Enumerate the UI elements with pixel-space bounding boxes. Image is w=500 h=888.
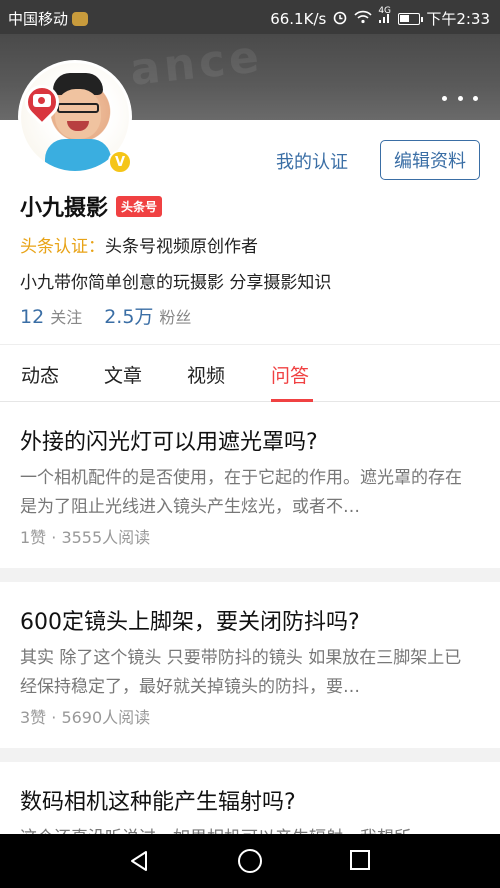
content-tabs: 动态 文章 视频 问答 — [0, 344, 500, 402]
edit-profile-button[interactable]: 编辑资料 — [380, 140, 480, 180]
fans-count[interactable]: 2.5万 — [104, 302, 153, 329]
my-certification-link[interactable]: 我的认证 — [276, 148, 348, 174]
status-left: 中国移动 — [8, 8, 89, 29]
signal-icon: 4G — [378, 6, 392, 27]
avatar-glasses — [57, 103, 99, 113]
battery-fill — [400, 14, 410, 22]
qa-answer: 这个还真没听说过，如果相机可以产生辐射，我想所 — [20, 824, 472, 834]
tab-videos[interactable]: 视频 — [187, 361, 225, 388]
clock: 下午2:33 — [426, 10, 490, 28]
qa-question[interactable]: 外接的闪光灯可以用遮光罩吗? — [20, 424, 318, 456]
divider — [0, 748, 500, 762]
qa-item[interactable]: 外接的闪光灯可以用遮光罩吗? 一个相机配件的是否使用，在于它起的作用。遮光罩的存… — [0, 402, 500, 566]
certification-label: 头条认证： — [20, 237, 105, 257]
following-count[interactable]: 12 — [20, 306, 44, 328]
more-dot — [473, 95, 478, 101]
profile-bio: 小九带你简单创意的玩摄影 分享摄影知识 — [20, 273, 332, 293]
tab-articles[interactable]: 文章 — [104, 361, 142, 388]
more-dot — [442, 95, 447, 101]
avatar-face — [55, 89, 101, 139]
qa-item[interactable]: 600定镜头上脚架，要关闭防抖吗? 其实 除了这个镜头 只要带防抖的镜头 如果放… — [0, 582, 500, 746]
certification-row: 头条认证：头条号视频原创作者 — [20, 232, 258, 257]
qa-question[interactable]: 数码相机这种能产生辐射吗? — [20, 784, 296, 816]
qa-item[interactable]: 数码相机这种能产生辐射吗? 这个还真没听说过，如果相机可以产生辐射，我想所 — [0, 762, 500, 834]
status-right: 66.1K/s 4G 下午2:33 — [270, 6, 490, 29]
status-bar: 中国移动 66.1K/s 4G 下午2:33 — [0, 0, 500, 34]
tab-dynamics[interactable]: 动态 — [21, 361, 59, 388]
camera-icon — [33, 94, 51, 107]
nav-home-button[interactable] — [238, 849, 262, 873]
account-type-badge: 头条号 — [116, 195, 163, 217]
wifi-icon — [354, 10, 372, 28]
fans-label[interactable]: 粉丝 — [159, 304, 191, 328]
qa-meta: 1赞 · 3555人阅读 — [20, 528, 151, 547]
alarm-icon — [332, 9, 348, 29]
network-speed: 66.1K/s — [270, 9, 327, 28]
qa-answer: 一个相机配件的是否使用，在于它起的作用。遮光罩的存在是为了阻止光线进入镜头产生炫… — [20, 468, 462, 517]
name-row: 小九摄影 头条号 — [20, 190, 163, 222]
more-button[interactable] — [442, 90, 478, 106]
nav-back-button[interactable] — [128, 850, 150, 872]
system-nav-bar — [0, 834, 500, 888]
verified-badge-icon: V — [108, 150, 132, 174]
following-label[interactable]: 关注 — [50, 304, 82, 328]
tab-qa[interactable]: 问答 — [271, 361, 309, 388]
qa-meta: 3赞 · 5690人阅读 — [20, 708, 151, 727]
banner-watermark: ance — [127, 34, 266, 96]
more-dot — [457, 95, 463, 101]
triangle-back-icon — [131, 851, 147, 871]
carrier-name: 中国移动 — [8, 10, 69, 28]
avatar-shirt — [45, 139, 111, 171]
qa-answer: 其实 除了这个镜头 只要带防抖的镜头 如果放在三脚架上已经保持稳定了，最好就关掉… — [20, 648, 462, 697]
network-type: 4G — [378, 6, 392, 16]
battery-icon — [398, 12, 424, 25]
profile-name: 小九摄影 — [20, 196, 109, 221]
nav-recent-button[interactable] — [350, 850, 370, 870]
certification-text: 头条号视频原创作者 — [105, 237, 258, 257]
profile-stats: 12 关注 2.5万 粉丝 — [20, 302, 207, 329]
divider — [0, 568, 500, 582]
app-notification-icon — [72, 11, 89, 26]
qa-question[interactable]: 600定镜头上脚架，要关闭防抖吗? — [20, 604, 360, 636]
